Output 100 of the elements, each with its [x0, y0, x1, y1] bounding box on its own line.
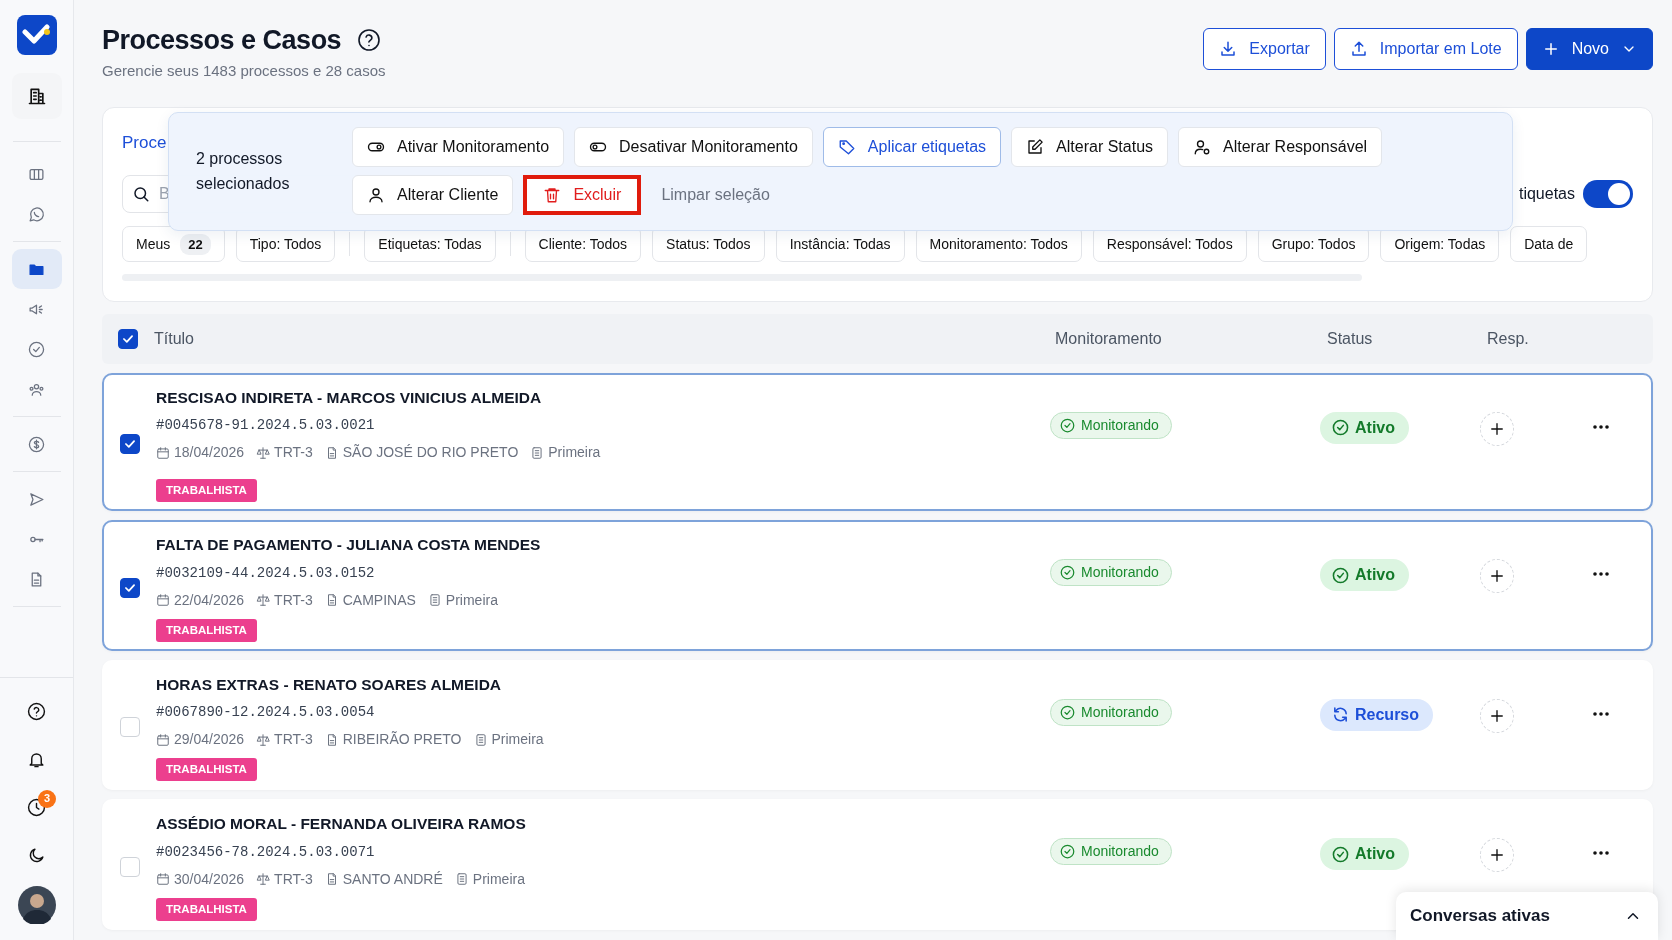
check-circle-icon — [1332, 566, 1349, 584]
more-icon — [1592, 710, 1610, 717]
count-badge: 22 — [180, 233, 211, 256]
checkbox[interactable] — [120, 434, 140, 455]
meta-text: TRT-3 — [274, 730, 313, 750]
new-button[interactable]: Novo — [1525, 28, 1653, 70]
status-badge: Ativo — [1320, 838, 1409, 871]
case-title: RESCISAO INDIRETA - MARCOS VINICIUS ALMEIDA — [156, 387, 543, 408]
page-subtitle: Gerencie seus 1483 processos e 28 casos — [102, 61, 386, 82]
status-badge: Ativo — [1320, 411, 1409, 444]
tag: TRABALHISTA — [156, 897, 257, 921]
case-number: #0045678-91.2024.5.03.0021 — [156, 416, 376, 436]
calendar-icon — [156, 593, 170, 608]
filter-chip[interactable]: Meus 22 — [122, 226, 225, 263]
case-number: #0023456-78.2024.5.03.0071 — [156, 842, 376, 862]
dollar-icon — [28, 435, 45, 453]
calendar-icon — [156, 872, 170, 887]
check-circle-icon — [1332, 845, 1349, 863]
refresh-icon — [1332, 706, 1349, 724]
meta-text: RIBEIRÃO PRETO — [342, 730, 462, 750]
apply-tags-button[interactable]: Aplicar etiquetas — [822, 127, 1002, 168]
case-title: FALTA DE PAGAMENTO - JULIANA COSTA MENDES — [156, 535, 542, 556]
tag: TRABALHISTA — [156, 618, 257, 642]
checkbox[interactable] — [120, 577, 140, 598]
receipt-icon — [473, 732, 488, 747]
clock-icon — [27, 797, 46, 817]
toggle-switch[interactable] — [1583, 180, 1633, 209]
change-owner-button[interactable]: Alterar Responsável — [1178, 127, 1383, 168]
meta-text: 29/04/2026 — [174, 730, 245, 750]
check-circle-icon — [1060, 565, 1075, 581]
meta-text: 18/04/2026 — [174, 443, 245, 463]
meta-text: Primeira — [548, 443, 601, 463]
chat-icon — [28, 205, 45, 223]
column-header: Status — [1327, 328, 1373, 349]
meta-text: TRT-3 — [274, 590, 313, 610]
sidebar-item[interactable] — [11, 73, 62, 119]
change-client-button[interactable]: Alterar Cliente — [352, 175, 514, 216]
more-icon — [1592, 850, 1610, 857]
status-badge: Ativo — [1320, 559, 1409, 592]
case-number: #0032109-44.2024.5.03.0152 — [156, 563, 376, 583]
change-status-button[interactable]: Alterar Status — [1011, 127, 1169, 168]
meta-text: SÃO JOSÉ DO RIO PRETO — [342, 443, 519, 463]
check-circle-icon — [28, 340, 45, 358]
send-icon — [28, 490, 45, 508]
receipt-icon — [427, 593, 442, 608]
column-header: Monitoramento — [1055, 328, 1162, 349]
check-circle-icon — [1060, 417, 1075, 433]
tag-icon — [837, 138, 856, 157]
chat-panel[interactable]: Conversas ativas — [1396, 892, 1658, 940]
download-icon — [1219, 40, 1238, 58]
clear-selection-link[interactable]: Limpar seleção — [651, 175, 780, 216]
avatar[interactable] — [17, 886, 56, 924]
meta-text: Primeira — [445, 590, 498, 610]
trash-icon — [543, 186, 562, 205]
meta-text: 30/04/2026 — [174, 869, 245, 889]
sidebar-item[interactable] — [11, 249, 62, 289]
notification-badge: 3 — [38, 789, 56, 808]
check-circle-icon — [1060, 704, 1075, 720]
help-icon — [27, 701, 46, 721]
meta-text: SANTO ANDRÉ — [342, 869, 443, 889]
scale-icon — [256, 593, 271, 608]
person-icon — [1193, 138, 1212, 157]
more-icon — [1592, 571, 1610, 578]
receipt-icon — [454, 872, 469, 887]
monitoring-badge: Monitorando — [1050, 838, 1172, 866]
more-icon — [1592, 423, 1610, 430]
meta-text: 22/04/2026 — [174, 590, 245, 610]
tag: TRABALHISTA — [156, 758, 257, 782]
logo-icon — [21, 23, 52, 47]
meta-text: TRT-3 — [274, 869, 313, 889]
monitor-on-button[interactable]: Ativar Monitoramento — [352, 127, 565, 168]
meta-text: TRT-3 — [274, 443, 313, 463]
receipt-icon — [530, 445, 545, 460]
check-circle-icon — [1332, 419, 1349, 437]
column-header: Resp. — [1487, 328, 1529, 349]
help-icon — [357, 28, 382, 53]
monitor-off-button[interactable]: Desativar Monitoramento — [574, 127, 813, 168]
logo[interactable] — [16, 15, 57, 55]
status-badge: Recurso — [1320, 698, 1434, 731]
search-icon — [132, 185, 150, 204]
page-title: Processos e Casos — [102, 24, 342, 57]
toggle-label: tiquetas — [1518, 184, 1575, 205]
import-button[interactable]: Importar em Lote — [1333, 28, 1518, 70]
scale-icon — [256, 445, 271, 460]
monitoring-badge: Monitorando — [1050, 698, 1172, 726]
meta-text: Primeira — [491, 730, 544, 750]
meta-text: CAMPINAS — [342, 590, 416, 610]
export-button[interactable]: Exportar — [1203, 28, 1326, 70]
calendar-icon — [156, 732, 170, 747]
column-header: Título — [154, 328, 194, 349]
filter-chip[interactable]: Data de — [1510, 226, 1588, 263]
user-icon — [367, 186, 385, 205]
scale-icon — [256, 872, 271, 887]
check-circle-icon — [1060, 844, 1075, 860]
monitoring-badge: Monitorando — [1050, 559, 1172, 587]
case-title: ASSÉDIO MORAL - FERNANDA OLIVEIRA RAMOS — [156, 814, 527, 835]
delete-button[interactable]: Excluir — [523, 175, 642, 216]
checkbox[interactable] — [118, 328, 138, 349]
calendar-icon — [156, 445, 170, 460]
tab[interactable]: Proce — [122, 129, 167, 156]
